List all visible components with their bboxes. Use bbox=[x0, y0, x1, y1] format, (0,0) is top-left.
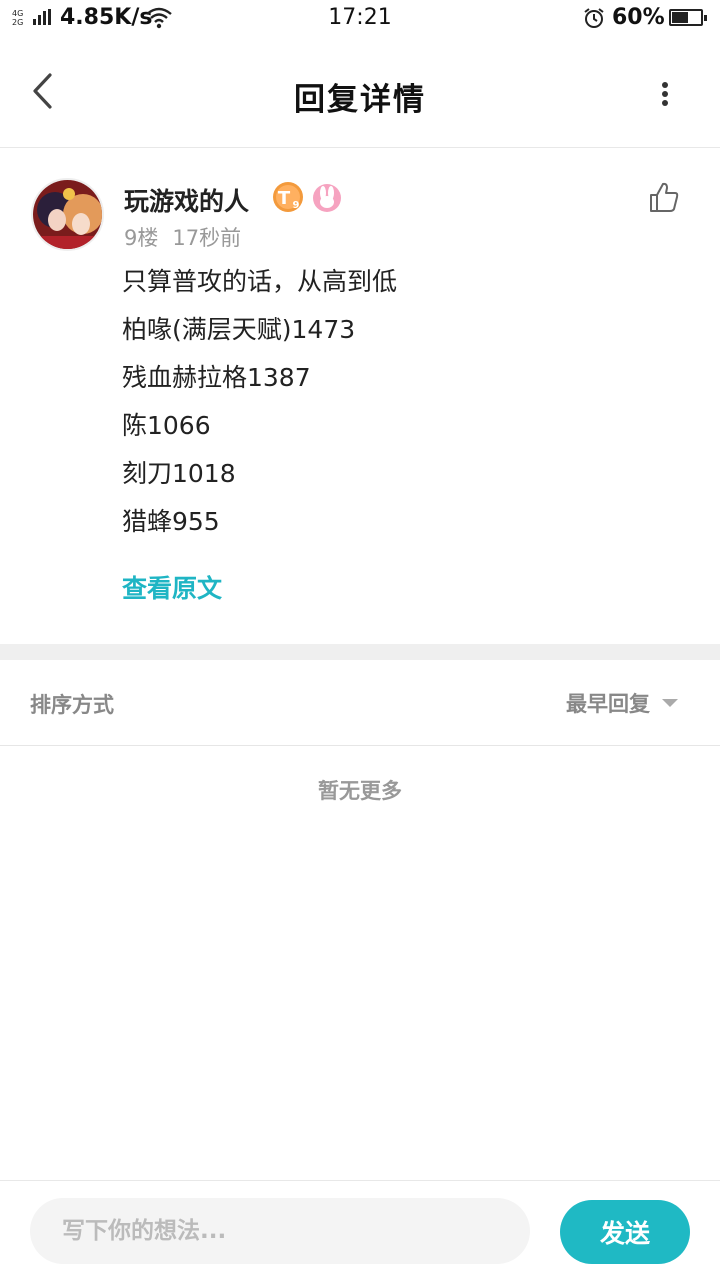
sort-value: 最早回复 bbox=[566, 692, 650, 716]
comment-input[interactable] bbox=[30, 1198, 530, 1264]
battery-cap bbox=[704, 15, 707, 21]
content-line: 陈1066 bbox=[122, 411, 211, 440]
sort-bar: 排序方式 最早回复 bbox=[0, 660, 720, 746]
post-meta: 9楼 17秒前 bbox=[124, 222, 241, 252]
content-line: 刻刀1018 bbox=[122, 459, 236, 488]
username[interactable]: 玩游戏的人 bbox=[124, 182, 249, 218]
content-line: 只算普攻的话，从高到低 bbox=[122, 267, 398, 296]
section-divider bbox=[0, 644, 720, 660]
level-badge-icon: T 9 bbox=[273, 182, 303, 212]
battery-fill bbox=[672, 12, 688, 23]
avatar-image bbox=[33, 180, 102, 249]
thumbs-up-icon[interactable] bbox=[647, 180, 681, 214]
page-title: 回复详情 bbox=[294, 82, 426, 118]
status-bar: 4G 2G 4.85K/s 17:21 60% bbox=[0, 0, 720, 36]
send-button[interactable]: 发送 bbox=[560, 1200, 690, 1264]
reply-post: 玩游戏的人 T 9 9楼 17秒前 只算普攻的话，从高到低 柏喙(满层天赋)147… bbox=[0, 148, 720, 644]
post-time: 17秒前 bbox=[172, 226, 242, 250]
content-line: 残血赫拉格1387 bbox=[122, 363, 311, 392]
sort-dropdown[interactable]: 最早回复 bbox=[566, 687, 678, 719]
view-original-link[interactable]: 查看原文 bbox=[122, 569, 222, 605]
svg-text:9: 9 bbox=[293, 200, 300, 211]
post-content: 只算普攻的话，从高到低 柏喙(满层天赋)1473 残血赫拉格1387 陈1066… bbox=[122, 262, 682, 550]
avatar[interactable] bbox=[31, 178, 104, 251]
battery-icon bbox=[669, 9, 707, 26]
svg-text:T: T bbox=[278, 188, 291, 209]
chevron-down-icon bbox=[662, 699, 678, 707]
sort-label: 排序方式 bbox=[30, 693, 114, 717]
floor-number: 9楼 bbox=[124, 226, 159, 250]
comment-composer: 发送 bbox=[0, 1180, 720, 1280]
bunny-badge-icon bbox=[313, 184, 341, 212]
more-options-icon[interactable] bbox=[650, 76, 680, 112]
top-app-bar: 回复详情 bbox=[0, 36, 720, 148]
battery-percent: 60% bbox=[612, 5, 665, 30]
content-line: 柏喙(满层天赋)1473 bbox=[122, 315, 356, 344]
empty-list-text: 暂无更多 bbox=[318, 779, 402, 803]
content-line: 猎蜂955 bbox=[122, 507, 220, 536]
alarm-icon bbox=[584, 8, 604, 28]
